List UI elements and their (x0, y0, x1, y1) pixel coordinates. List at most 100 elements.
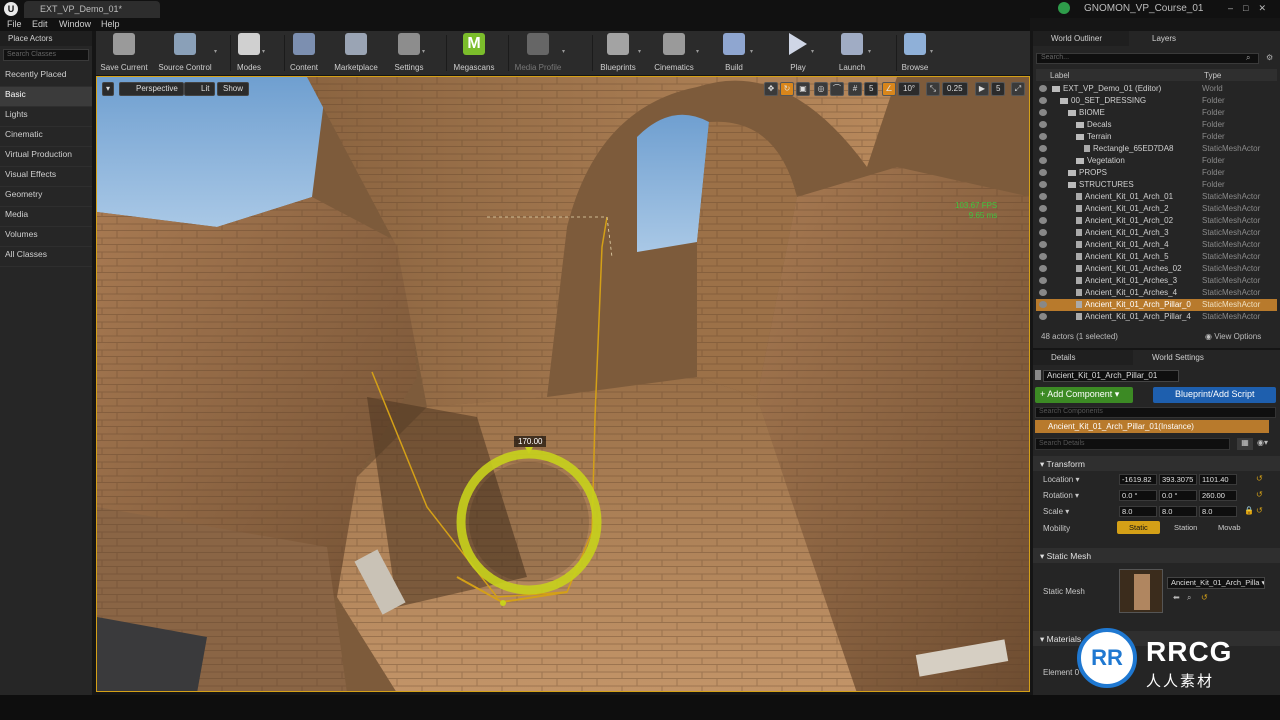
category-cinematic[interactable]: Cinematic (0, 127, 92, 147)
dropdown-arrow-icon[interactable]: ▾ (638, 48, 641, 55)
unreal-logo-icon[interactable]: U (4, 2, 18, 16)
search-classes-input[interactable]: Search Classes (3, 49, 89, 61)
grid-view-icon[interactable]: ▦ (1237, 438, 1253, 450)
visibility-eye-icon[interactable] (1039, 253, 1047, 260)
outliner-row[interactable]: Vegetation Folder (1036, 155, 1277, 167)
save-current-button[interactable]: Save Current (96, 33, 152, 73)
location-label[interactable]: Location ▾ (1043, 475, 1079, 484)
scale-x-field[interactable]: 8.0 (1119, 506, 1157, 517)
outliner-row[interactable]: Decals Folder (1036, 119, 1277, 131)
visibility-eye-icon[interactable] (1039, 85, 1047, 92)
reset-rotation-icon[interactable]: ↺ (1256, 490, 1263, 499)
dropdown-arrow-icon[interactable]: ▾ (750, 48, 753, 55)
visibility-eye-icon[interactable] (1039, 121, 1047, 128)
eye-icon[interactable]: ◉▾ (1257, 438, 1275, 450)
mobility-movable[interactable]: Movab (1206, 521, 1248, 534)
transform-section-header[interactable]: ▾ Transform (1033, 456, 1280, 471)
level-viewport[interactable]: ▾ Perspective Lit Show ✥ ↻ ▣ ◎ ⌒ # 5 ∠ 1… (96, 76, 1030, 692)
outliner-row[interactable]: Ancient_Kit_01_Arch_5 StaticMeshActor (1036, 251, 1277, 263)
megascans-button[interactable]: M Megascans (450, 33, 498, 73)
visibility-eye-icon[interactable] (1039, 181, 1047, 188)
outliner-row[interactable]: Ancient_Kit_01_Arches_3 StaticMeshActor (1036, 275, 1277, 287)
outliner-row[interactable]: STRUCTURES Folder (1036, 179, 1277, 191)
static-mesh-section-header[interactable]: ▾ Static Mesh (1033, 548, 1280, 563)
search-components-input[interactable]: Search Components (1035, 407, 1276, 418)
tab-layers[interactable]: Layers (1134, 31, 1214, 46)
visibility-eye-icon[interactable] (1039, 301, 1047, 308)
cinematics-button[interactable]: Cinematics (650, 33, 698, 73)
play-button[interactable]: Play (783, 33, 813, 73)
browse-asset-icon[interactable]: ⌕ (1187, 593, 1191, 603)
location-y-field[interactable]: 393.3075 (1159, 474, 1197, 485)
rotation-snap-icon[interactable]: ∠ (882, 82, 896, 96)
gear-icon[interactable]: ⚙ (1266, 53, 1273, 62)
visibility-eye-icon[interactable] (1039, 97, 1047, 104)
mobility-static[interactable]: Static (1117, 521, 1160, 534)
camera-speed-icon[interactable]: ▶ (975, 82, 989, 96)
visibility-eye-icon[interactable] (1039, 133, 1047, 140)
grid-snap-icon[interactable]: # (848, 82, 862, 96)
visibility-eye-icon[interactable] (1039, 217, 1047, 224)
media-profile-button[interactable]: Media Profile (512, 33, 564, 73)
outliner-row[interactable]: Ancient_Kit_01_Arches_4 StaticMeshActor (1036, 287, 1277, 299)
marketplace-button[interactable]: Marketplace (332, 33, 380, 73)
outliner-search-input[interactable]: Search... (1036, 53, 1259, 64)
type-column-header[interactable]: Type (1204, 71, 1221, 80)
dropdown-arrow-icon[interactable]: ▾ (422, 48, 425, 55)
visibility-eye-icon[interactable] (1039, 205, 1047, 212)
category-all-classes[interactable]: All Classes (0, 247, 92, 267)
static-mesh-thumbnail[interactable] (1119, 569, 1163, 613)
reset-mesh-icon[interactable]: ↺ (1201, 593, 1208, 602)
dropdown-arrow-icon[interactable]: ▾ (696, 48, 699, 55)
content-button[interactable]: Content (288, 33, 320, 73)
outliner-row[interactable]: Ancient_Kit_01_Arch_2 StaticMeshActor (1036, 203, 1277, 215)
scale-snap-value[interactable]: 0.25 (942, 82, 968, 96)
category-visual-effects[interactable]: Visual Effects (0, 167, 92, 187)
dropdown-arrow-icon[interactable]: ▾ (811, 48, 814, 55)
place-actors-tab[interactable]: Place Actors (0, 31, 92, 46)
modes-button[interactable]: Modes (234, 33, 264, 73)
visibility-eye-icon[interactable] (1039, 313, 1047, 320)
rotation-z-field[interactable]: 260.00 (1199, 490, 1237, 501)
menu-file[interactable]: File (7, 19, 22, 29)
viewport-menu-button[interactable]: ▾ (102, 82, 115, 96)
blueprints-button[interactable]: Blueprints (596, 33, 640, 73)
blueprint-add-script-button[interactable]: Blueprint/Add Script (1153, 387, 1276, 403)
category-media[interactable]: Media (0, 207, 92, 227)
rotation-x-field[interactable]: 0.0 ° (1119, 490, 1157, 501)
visibility-eye-icon[interactable] (1039, 193, 1047, 200)
category-geometry[interactable]: Geometry (0, 187, 92, 207)
location-x-field[interactable]: -1619.82 (1119, 474, 1157, 485)
settings-button[interactable]: Settings (394, 33, 424, 73)
scene-render[interactable] (97, 77, 1030, 692)
dropdown-arrow-icon[interactable]: ▾ (214, 48, 217, 55)
outliner-row[interactable]: Ancient_Kit_01_Arch_Pillar_4 StaticMeshAc… (1036, 311, 1277, 323)
category-virtual-production[interactable]: Virtual Production (0, 147, 92, 167)
use-selected-icon[interactable]: ⬅ (1173, 593, 1180, 602)
rotation-y-field[interactable]: 0.0 ° (1159, 490, 1197, 501)
visibility-eye-icon[interactable] (1039, 169, 1047, 176)
view-options-button[interactable]: ◉ View Options (1205, 332, 1261, 341)
show-button[interactable]: Show (217, 82, 250, 96)
lock-icon[interactable]: 🔒 (1244, 506, 1254, 515)
category-recently-placed[interactable]: Recently Placed (0, 67, 92, 87)
translate-icon[interactable]: ✥ (764, 82, 778, 96)
rotation-snap-value[interactable]: 10° (898, 82, 921, 96)
window-controls[interactable]: –□✕ (1228, 3, 1276, 14)
visibility-eye-icon[interactable] (1039, 265, 1047, 272)
outliner-row[interactable]: Ancient_Kit_01_Arch_4 StaticMeshActor (1036, 239, 1277, 251)
dropdown-arrow-icon[interactable]: ▾ (868, 48, 871, 55)
visibility-eye-icon[interactable] (1039, 289, 1047, 296)
reset-location-icon[interactable]: ↺ (1256, 474, 1263, 483)
rotation-label[interactable]: Rotation ▾ (1043, 491, 1079, 500)
maximize-viewport-icon[interactable]: ⤢ (1011, 82, 1025, 96)
menu-help[interactable]: Help (101, 19, 120, 29)
menu-edit[interactable]: Edit (32, 19, 48, 29)
label-column-header[interactable]: Label (1050, 71, 1070, 80)
outliner-row[interactable]: Ancient_Kit_01_Arch_3 StaticMeshActor (1036, 227, 1277, 239)
tab-world-outliner[interactable]: World Outliner (1033, 31, 1129, 46)
outliner-row[interactable]: 00_SET_DRESSING Folder (1036, 95, 1277, 107)
visibility-eye-icon[interactable] (1039, 145, 1047, 152)
outliner-row[interactable]: Ancient_Kit_01_Arch_01 StaticMeshActor (1036, 191, 1277, 203)
build-button[interactable]: Build (716, 33, 752, 73)
